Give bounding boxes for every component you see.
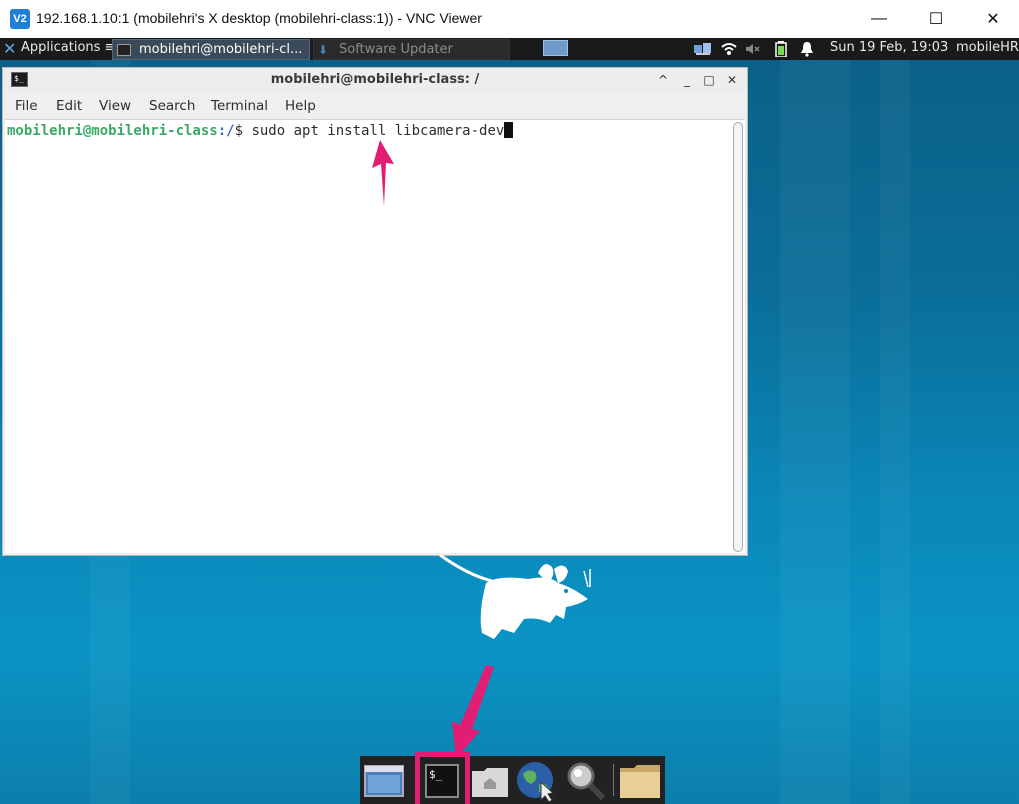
workspace-switcher[interactable] bbox=[543, 40, 568, 56]
minimize-button[interactable]: — bbox=[850, 0, 908, 38]
taskbar-item-software-updater[interactable]: ⬇ Software Updater bbox=[313, 39, 510, 60]
terminal-menubar: File Edit View Search Terminal Help bbox=[3, 96, 747, 118]
maximize-button[interactable]: □ bbox=[701, 71, 717, 89]
home-folder-icon bbox=[472, 768, 508, 797]
dock-browser-button[interactable] bbox=[514, 759, 558, 803]
menu-help[interactable]: Help bbox=[285, 98, 316, 114]
vnc-title-bar: V2 192.168.1.10:1 (mobilehri's X desktop… bbox=[0, 0, 1019, 38]
web-browser-icon bbox=[517, 762, 555, 802]
maximize-button[interactable]: ☐ bbox=[907, 0, 965, 38]
wifi-icon[interactable] bbox=[720, 41, 738, 57]
notification-bell-icon[interactable] bbox=[800, 41, 814, 57]
close-button[interactable]: ✕ bbox=[964, 0, 1019, 38]
vnc-logo-icon: V2 bbox=[10, 9, 30, 29]
xfce-mouse-logo-icon bbox=[439, 553, 591, 639]
menu-terminal[interactable]: Terminal bbox=[211, 98, 268, 114]
download-icon: ⬇ bbox=[318, 42, 329, 57]
bottom-dock: $_ bbox=[360, 752, 665, 804]
terminal-title-bar[interactable]: $_ mobilehri@mobilehri-class: / ^ _ □ ✕ bbox=[3, 68, 747, 92]
terminal-icon: $_ bbox=[425, 764, 459, 798]
menu-file[interactable]: File bbox=[15, 98, 38, 114]
dock-home-button[interactable] bbox=[468, 759, 512, 803]
wallpaper-stripe bbox=[780, 60, 850, 804]
dock-file-manager-button[interactable] bbox=[618, 759, 662, 803]
show-desktop-icon bbox=[364, 765, 404, 797]
shade-button[interactable]: ^ bbox=[655, 71, 671, 89]
terminal-scrollbar[interactable] bbox=[733, 122, 743, 552]
file-manager-icon bbox=[620, 765, 660, 798]
terminal-icon bbox=[117, 43, 131, 56]
taskbar-item-label: Software Updater bbox=[339, 42, 453, 57]
panel-user-menu[interactable]: mobileHR bbox=[956, 40, 1019, 55]
annotation-arrow-icon bbox=[452, 665, 494, 759]
command-line[interactable]: mobilehri@mobilehri-class:/$ sudo apt in… bbox=[7, 122, 514, 140]
close-button[interactable]: ✕ bbox=[724, 71, 740, 89]
window-title: 192.168.1.10:1 (mobilehri's X desktop (m… bbox=[36, 10, 482, 26]
prompt-path: :/ bbox=[217, 123, 235, 139]
taskbar-item-label: mobilehri@mobilehri-cl... bbox=[139, 42, 303, 57]
panel-clock[interactable]: Sun 19 Feb, 19:03 bbox=[830, 40, 948, 55]
annotation-arrow-icon bbox=[372, 140, 394, 206]
app-finder-icon bbox=[567, 762, 606, 801]
top-panel: ✕ Applications ≡ mobilehri@mobilehri-cl.… bbox=[0, 38, 1019, 60]
wallpaper-stripe bbox=[880, 60, 910, 804]
terminal-title: mobilehri@mobilehri-class: / bbox=[270, 72, 480, 87]
dock-terminal-button[interactable]: $_ bbox=[420, 759, 464, 803]
menu-edit[interactable]: Edit bbox=[56, 98, 82, 114]
prompt-user: mobilehri@mobilehri-class bbox=[7, 123, 218, 139]
remote-desktop[interactable]: ✕ Applications ≡ mobilehri@mobilehri-cl.… bbox=[0, 38, 1019, 804]
dock-app-finder-button[interactable] bbox=[564, 759, 608, 803]
dock-separator bbox=[613, 764, 614, 796]
show-desktop-button[interactable] bbox=[362, 759, 406, 803]
text-cursor bbox=[504, 122, 514, 138]
minimize-button[interactable]: _ bbox=[679, 71, 695, 89]
taskbar-item-terminal[interactable]: mobilehri@mobilehri-cl... bbox=[112, 39, 310, 60]
command-text: sudo apt install libcamera-dev bbox=[251, 123, 505, 139]
volume-muted-icon[interactable] bbox=[744, 41, 760, 57]
battery-icon[interactable] bbox=[775, 41, 787, 57]
menu-search[interactable]: Search bbox=[149, 98, 195, 114]
xfce-logo-icon[interactable]: ✕ bbox=[3, 40, 19, 58]
prompt-symbol: $ bbox=[234, 123, 252, 139]
applications-menu[interactable]: Applications ≡ bbox=[21, 40, 115, 55]
network-applet-icon[interactable] bbox=[692, 41, 714, 57]
menu-view[interactable]: View bbox=[99, 98, 131, 114]
